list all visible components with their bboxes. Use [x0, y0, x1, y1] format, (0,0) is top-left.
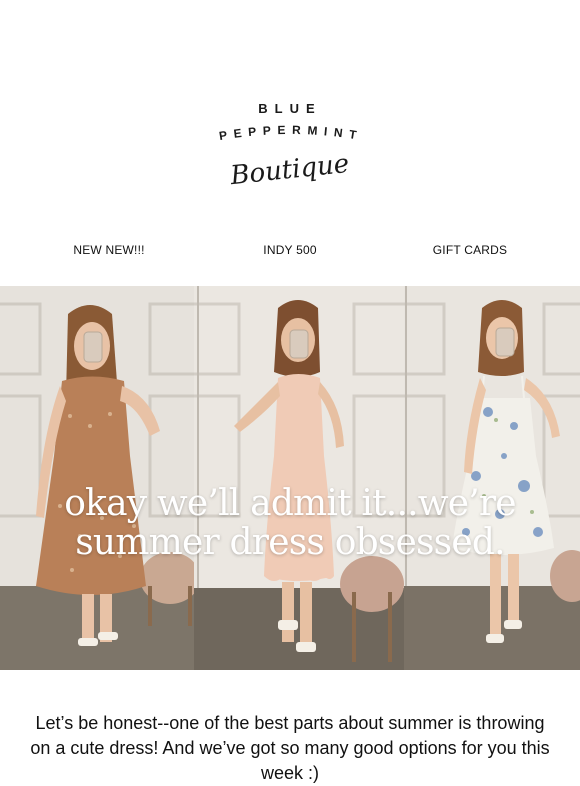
hero-photo-3 [404, 286, 580, 670]
logo-line-blue: BLUE [258, 101, 321, 116]
intro-paragraph: Let’s be honest--one of the best parts a… [30, 713, 550, 783]
hero-photo-1 [0, 286, 194, 670]
nav-item-gift-cards[interactable]: GIFT CARDS [433, 243, 507, 257]
logo-line-peppermint: PEPPERMINT [218, 123, 364, 143]
hero-headline-line-1: okay we’ll admit it...we’re [64, 483, 516, 524]
hero-photo-2 [194, 286, 404, 670]
nav-item-indy-500[interactable]: INDY 500 [263, 243, 316, 257]
nav-item-new-new[interactable]: NEW NEW!!! [73, 243, 144, 257]
logo-line-peppermint-text: PEPPERMINT [218, 123, 357, 143]
brand-logo[interactable]: BLUE PEPPERMINT Boutique [0, 92, 580, 197]
logo-line-boutique: Boutique [228, 149, 351, 191]
hero-banner[interactable]: okay we’ll admit it...we’re summer dress… [0, 286, 580, 670]
hero-headline-line-2: summer dress obsessed. [75, 522, 505, 563]
hero-headline: okay we’ll admit it...we’re summer dress… [0, 484, 580, 562]
top-nav: NEW NEW!!! INDY 500 GIFT CARDS [0, 243, 580, 261]
